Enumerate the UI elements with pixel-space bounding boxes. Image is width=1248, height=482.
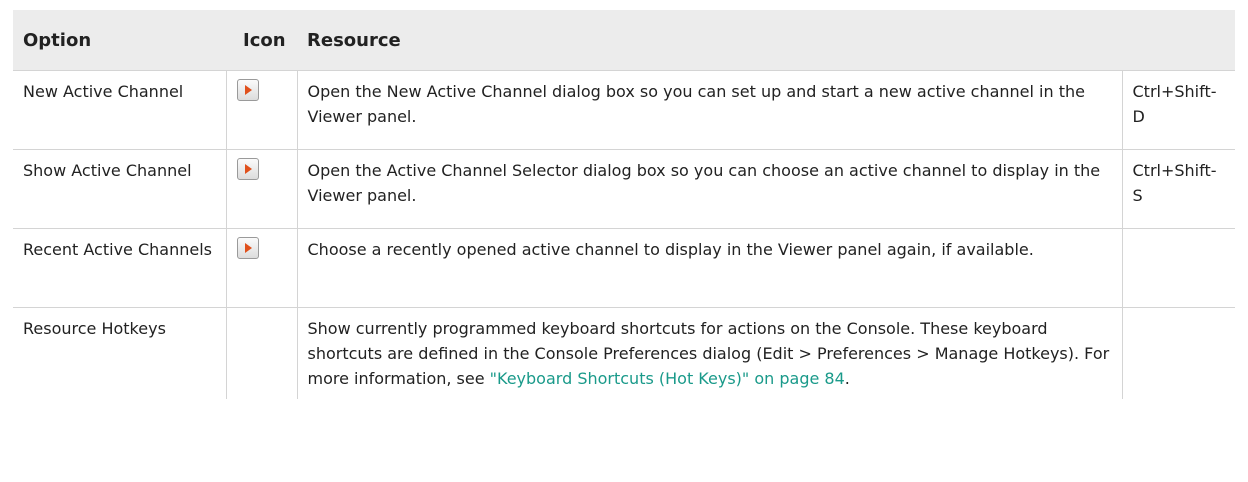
- icon-cell: [225, 149, 297, 229]
- option-cell: Recent Active Channels: [13, 228, 226, 308]
- hotkey-cell: Ctrl+Shift-D: [1121, 70, 1235, 150]
- options-table: Option Icon Resource New Active Channel …: [13, 10, 1235, 399]
- resource-cell: Choose a recently opened active channel …: [296, 228, 1122, 308]
- header-option: Option: [13, 10, 226, 71]
- table-row: New Active Channel Open the New Active C…: [13, 70, 1235, 150]
- icon-cell: [225, 228, 297, 308]
- play-arrow-icon[interactable]: [236, 237, 259, 259]
- table-row: Resource Hotkeys Show currently programm…: [13, 307, 1235, 399]
- play-arrow-icon[interactable]: [236, 79, 259, 101]
- header-resource: Resource: [297, 10, 1122, 71]
- option-cell: Show Active Channel: [13, 149, 226, 229]
- table-row: Show Active Channel Open the Active Chan…: [13, 149, 1235, 229]
- keyboard-shortcuts-link[interactable]: "Keyboard Shortcuts (Hot Keys)" on page …: [490, 369, 845, 388]
- play-arrow-icon[interactable]: [236, 158, 259, 180]
- header-icon: Icon: [226, 10, 297, 71]
- table-header-row: Option Icon Resource: [13, 10, 1235, 71]
- resource-cell: Show currently programmed keyboard short…: [296, 307, 1122, 399]
- table-row: Recent Active Channels Choose a recently…: [13, 228, 1235, 308]
- option-cell: Resource Hotkeys: [23, 319, 166, 338]
- resource-cell: Open the Active Channel Selector dialog …: [296, 149, 1122, 229]
- option-cell: New Active Channel: [13, 70, 226, 150]
- hotkey-cell: Ctrl+Shift-S: [1121, 149, 1235, 229]
- icon-cell: [225, 307, 297, 399]
- hotkey-cell: [1121, 228, 1235, 308]
- header-hotkey: [1122, 10, 1235, 71]
- hotkey-cell: [1121, 307, 1235, 399]
- resource-cell: Open the New Active Channel dialog box s…: [296, 70, 1122, 150]
- icon-cell: [225, 70, 297, 150]
- resource-text-end: .: [844, 369, 850, 388]
